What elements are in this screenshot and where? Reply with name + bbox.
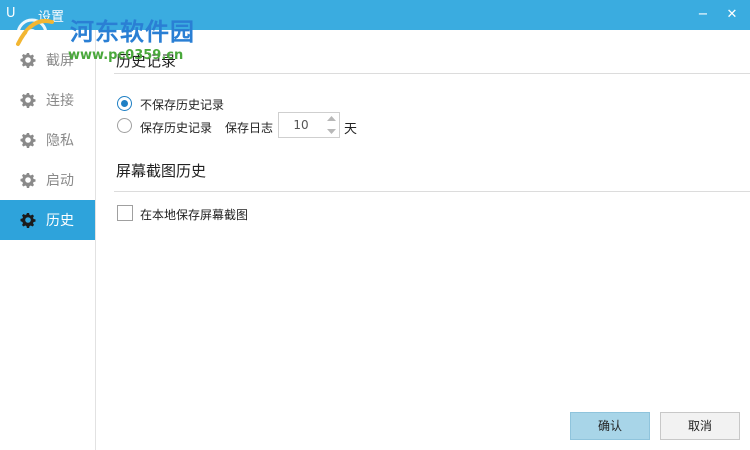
save-local-screenshot-label[interactable]: 在本地保存屏幕截图 <box>140 206 248 223</box>
gear-icon <box>20 53 36 68</box>
log-days-stepper[interactable]: 10 <box>278 112 340 138</box>
gear-icon <box>20 133 36 148</box>
sidebar-item-label: 隐私 <box>46 133 74 149</box>
section-divider <box>114 73 750 74</box>
gear-icon <box>20 173 36 188</box>
days-unit-label: 天 <box>344 122 358 137</box>
window-title: 设置 <box>38 10 65 25</box>
gear-icon <box>20 93 36 108</box>
log-label: 保存日志 <box>225 121 274 135</box>
confirm-button[interactable]: 确认 <box>570 412 650 440</box>
section-divider <box>114 191 750 192</box>
chevron-down-icon[interactable] <box>324 125 339 137</box>
sidebar-item-history[interactable]: 历史 <box>0 200 95 240</box>
title-bar: U 设置 − ✕ <box>0 0 750 30</box>
sidebar-item-label: 截屏 <box>46 53 74 69</box>
sidebar-item-privacy[interactable]: 隐私 <box>0 120 95 160</box>
chevron-up-icon[interactable] <box>324 113 339 125</box>
save-local-screenshot-checkbox[interactable] <box>117 205 133 221</box>
cancel-button[interactable]: 取消 <box>660 412 740 440</box>
history-section-title: 历史记录 <box>116 52 177 70</box>
app-short-name: U <box>6 6 16 21</box>
save-history-label[interactable]: 保存历史记录 <box>140 119 212 136</box>
sidebar-item-screenshot[interactable]: 截屏 <box>0 40 95 80</box>
close-button[interactable]: ✕ <box>722 6 742 24</box>
sidebar-item-label: 历史 <box>46 213 74 229</box>
no-save-history-label[interactable]: 不保存历史记录 <box>140 96 224 113</box>
minimize-button[interactable]: − <box>693 6 713 24</box>
save-history-radio[interactable] <box>117 118 132 133</box>
sidebar-item-label: 连接 <box>46 93 74 109</box>
log-days-value[interactable]: 10 <box>279 113 323 137</box>
sidebar-item-label: 启动 <box>46 173 74 189</box>
gear-icon <box>20 213 36 228</box>
sidebar-item-startup[interactable]: 启动 <box>0 160 95 200</box>
sidebar-item-connect[interactable]: 连接 <box>0 80 95 120</box>
no-save-history-radio[interactable] <box>117 96 132 111</box>
history-settings-panel: 历史记录 不保存历史记录 保存历史记录 保存日志 10 天 屏幕截图历史 在本地… <box>96 30 750 450</box>
settings-sidebar: 截屏 连接 隐私 启动 历史 <box>0 30 96 450</box>
screenshot-history-section-title: 屏幕截图历史 <box>116 162 207 180</box>
